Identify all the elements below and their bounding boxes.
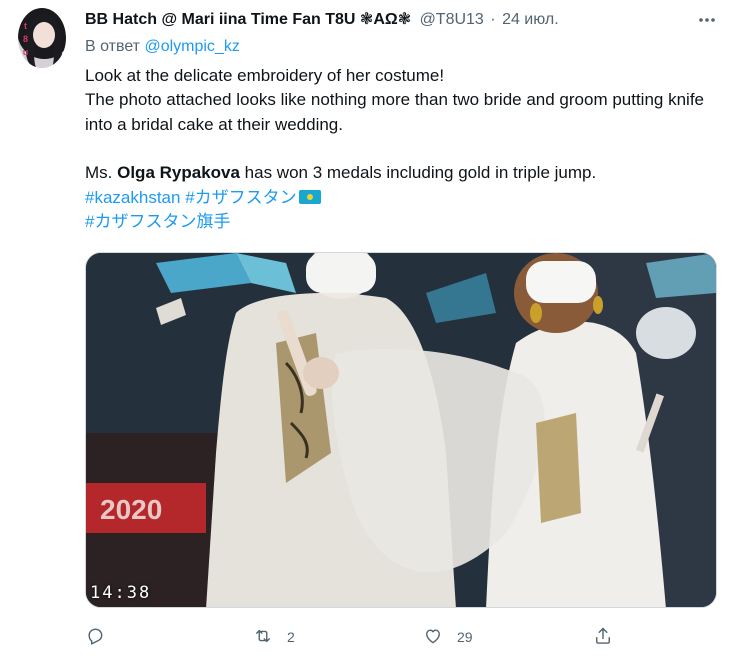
tweet-date[interactable]: 24 июл. xyxy=(502,11,559,28)
avatar-tag: t8u xyxy=(22,21,29,57)
retweet-icon xyxy=(253,626,273,649)
tweet-photo[interactable]: 2020 14:38 xyxy=(85,252,717,608)
author-name[interactable]: BB Hatch @ Mari iina Time Fan T8U ❃ΑΩ❃ xyxy=(85,11,411,28)
share-icon xyxy=(593,626,613,649)
photo-scene: 2020 xyxy=(86,253,716,607)
reply-button[interactable] xyxy=(85,624,119,650)
banner-2020: 2020 xyxy=(100,494,162,525)
reply-mention-link[interactable]: @olympic_kz xyxy=(144,38,239,55)
more-icon[interactable] xyxy=(696,10,718,30)
retweet-button[interactable]: 2 xyxy=(253,624,295,650)
share-button[interactable] xyxy=(593,624,627,650)
heart-icon xyxy=(423,626,443,649)
like-button[interactable]: 29 xyxy=(423,624,473,650)
text-line-3-post: has won 3 medals including gold in tripl… xyxy=(239,163,597,183)
kazakhstan-flag-icon xyxy=(298,189,321,204)
hashtag-kazakhstan-jp[interactable]: #カザフスタン xyxy=(185,188,296,207)
meta-separator: · xyxy=(490,11,496,28)
athlete-name: Olga Rypakova xyxy=(117,163,240,183)
video-timestamp: 14:38 xyxy=(90,583,152,603)
author-handle[interactable]: @T8U13 xyxy=(420,11,484,28)
hashtag-flag-bearer-jp[interactable]: #カザフスタン旗手 xyxy=(85,212,230,231)
tweet-header: BB Hatch @ Mari iina Time Fan T8U ❃ΑΩ❃ @… xyxy=(85,10,559,30)
hashtag-line-2: #カザフスタン旗手 xyxy=(85,210,705,234)
text-line-3: Ms. Olga Rypakova has won 3 medals inclu… xyxy=(85,161,705,185)
like-count: 29 xyxy=(457,629,473,645)
action-bar: 2 29 xyxy=(85,624,705,650)
avatar-face xyxy=(33,22,55,48)
retweet-count: 2 xyxy=(287,629,295,645)
text-line-2: The photo attached looks like nothing mo… xyxy=(85,90,704,134)
avatar[interactable]: t8u xyxy=(18,8,66,68)
hashtag-kazakhstan[interactable]: #kazakhstan xyxy=(85,188,180,207)
hashtag-line-1: #kazakhstan #カザフスタン xyxy=(85,186,705,210)
text-line-1: Look at the delicate embroidery of her c… xyxy=(85,66,445,85)
reply-context: В ответ @olympic_kz xyxy=(85,38,240,56)
tweet[interactable]: t8u BB Hatch @ Mari iina Time Fan T8U ❃Α… xyxy=(0,0,730,659)
tweet-text: Look at the delicate embroidery of her c… xyxy=(85,64,705,234)
text-line-3-pre: Ms. xyxy=(85,163,118,183)
reply-icon xyxy=(85,626,105,649)
reply-prefix: В ответ xyxy=(85,38,145,55)
